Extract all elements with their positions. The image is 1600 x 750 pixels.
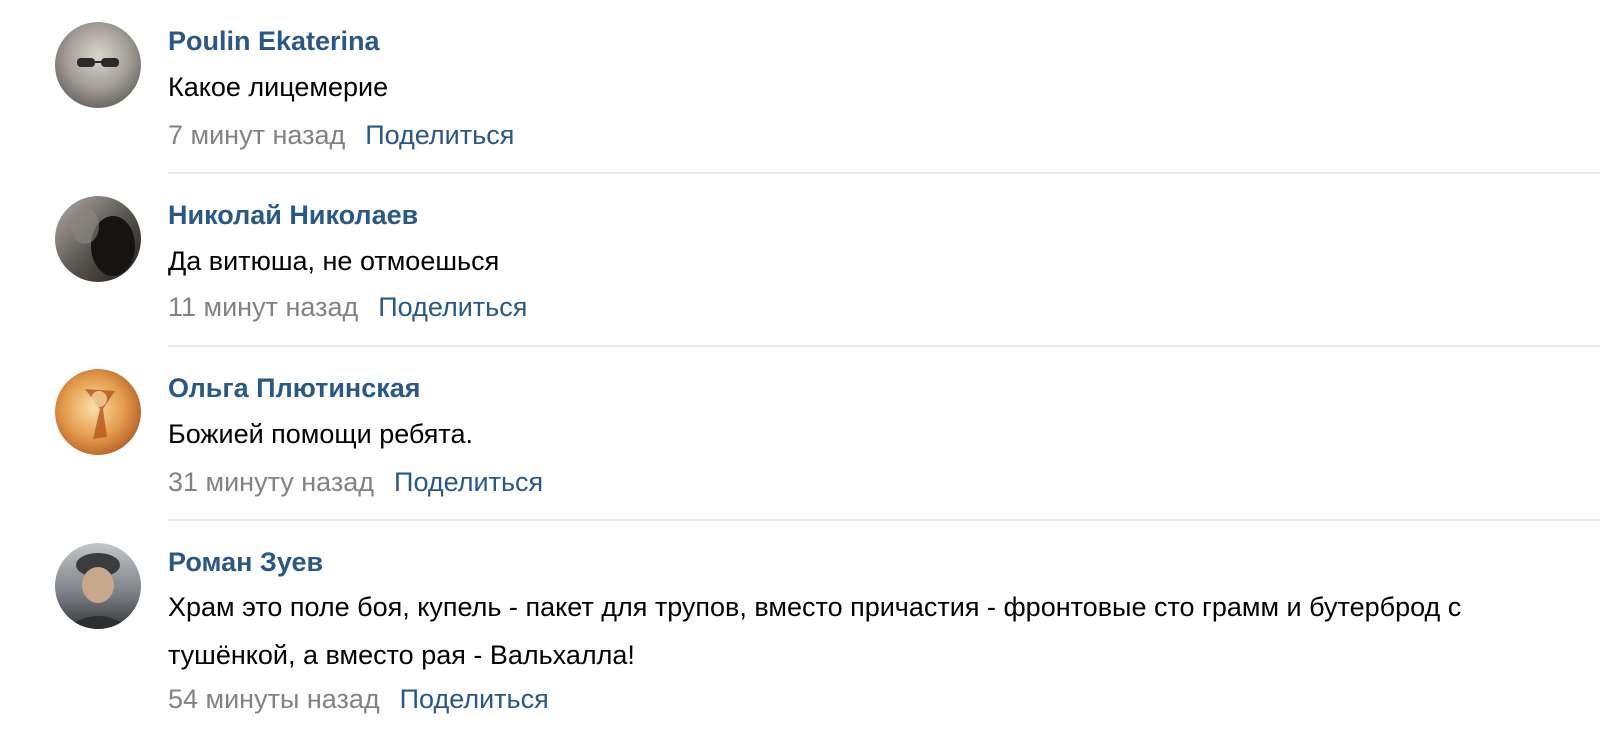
share-link[interactable]: Поделиться	[400, 684, 549, 714]
avatar[interactable]	[55, 543, 141, 629]
comment-time[interactable]: 54 минуты назад	[168, 684, 380, 714]
comment-meta: 31 минуту назад Поделиться	[168, 467, 543, 498]
avatar-image	[55, 543, 141, 629]
avatar[interactable]	[55, 369, 141, 455]
share-link[interactable]: Поделиться	[365, 120, 514, 150]
comments-list: Poulin Ekaterina Какое лицемерие 7 минут…	[0, 0, 1600, 750]
comment-text: Какое лицемерие	[168, 72, 389, 102]
comment-time[interactable]: 31 минуту назад	[168, 467, 374, 497]
avatar-image	[55, 22, 141, 108]
comment-author[interactable]: Poulin Ekaterina	[168, 26, 380, 57]
avatar[interactable]	[55, 196, 141, 282]
comment-author[interactable]: Ольга Плютинская	[168, 373, 421, 404]
comment-text: Божией помощи ребята.	[168, 419, 473, 449]
divider	[168, 345, 1600, 347]
comment-author[interactable]: Роман Зуев	[168, 547, 323, 578]
share-link[interactable]: Поделиться	[394, 467, 543, 497]
avatar-image	[55, 196, 141, 282]
comment-meta: 7 минут назад Поделиться	[168, 120, 514, 151]
divider	[168, 172, 1600, 174]
comment-meta: 54 минуты назад Поделиться	[168, 684, 549, 715]
comment-text: Да витюша, не отмоешься	[168, 246, 500, 276]
comment-meta: 11 минут назад Поделиться	[168, 292, 527, 323]
divider	[168, 519, 1600, 521]
avatar-image	[55, 369, 141, 455]
share-link[interactable]: Поделиться	[378, 292, 527, 322]
avatar[interactable]	[55, 22, 141, 108]
comment-text: Храм это поле боя, купель - пакет для тр…	[168, 592, 1462, 670]
comment-time[interactable]: 7 минут назад	[168, 120, 345, 150]
comment-time[interactable]: 11 минут назад	[168, 292, 358, 322]
comment-author[interactable]: Николай Николаев	[168, 200, 418, 231]
